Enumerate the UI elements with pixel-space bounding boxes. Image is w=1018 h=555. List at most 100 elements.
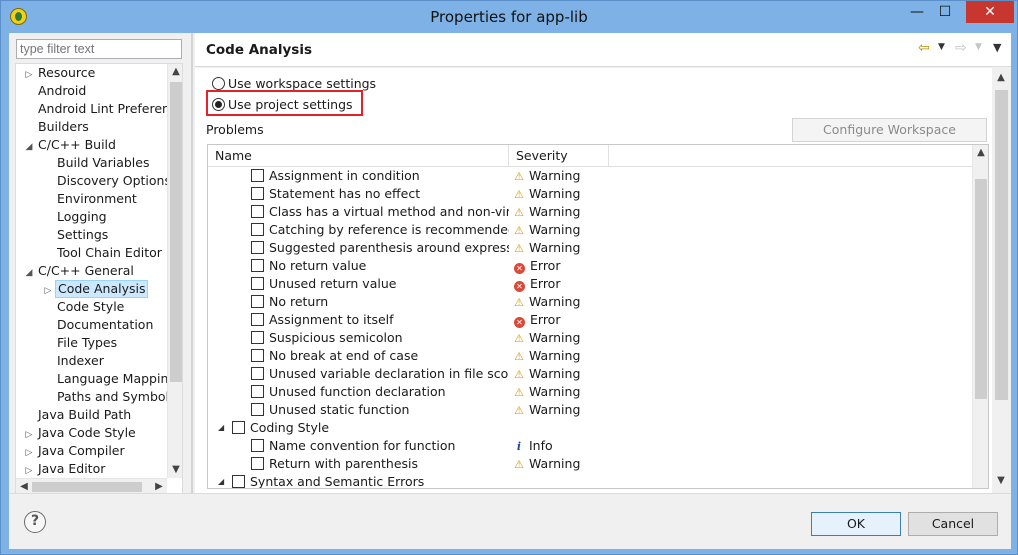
severity-cell[interactable]: ✕ Error <box>513 311 663 329</box>
help-icon[interactable]: ? <box>24 511 46 533</box>
problem-row[interactable]: Unused variable declaration in file scop… <box>208 365 972 383</box>
table-vertical-thumb[interactable] <box>975 179 987 399</box>
tree-horizontal-thumb[interactable] <box>32 482 142 492</box>
problem-row[interactable]: Class has a virtual method and non-virtu… <box>208 203 972 221</box>
tree-item[interactable]: Documentation <box>41 316 155 334</box>
page-vertical-scrollbar[interactable]: ▲ ▼ <box>992 68 1011 493</box>
problem-row[interactable]: Unused static function ⚠ Warning <box>208 401 972 419</box>
page-scroll-down-icon[interactable]: ▼ <box>993 473 1009 489</box>
tree-item[interactable]: ▷ Java Code Style <box>22 424 138 442</box>
forward-dropdown-icon[interactable]: ▼ <box>975 42 982 52</box>
tree-item[interactable]: Tool Chain Editor <box>41 244 164 262</box>
collapse-arrow-icon[interactable]: ◢ <box>22 264 36 282</box>
problem-checkbox[interactable] <box>251 277 264 290</box>
minimize-button[interactable]: — <box>903 1 931 23</box>
problem-row[interactable]: Name convention for function i Info <box>208 437 972 455</box>
severity-cell[interactable]: ✕ Error <box>513 275 663 293</box>
problem-row[interactable]: Assignment to itself ✕ Error <box>208 311 972 329</box>
problem-checkbox[interactable] <box>251 313 264 326</box>
problem-checkbox[interactable] <box>251 259 264 272</box>
page-scroll-up-icon[interactable]: ▲ <box>993 70 1009 86</box>
severity-cell[interactable]: i Info <box>513 437 663 456</box>
problem-row[interactable]: Suggested parenthesis around expression ⚠… <box>208 239 972 257</box>
configure-workspace-settings-button[interactable]: Configure Workspace Settings... <box>792 118 987 159</box>
problem-row[interactable]: Unused function declaration ⚠ Warning <box>208 383 972 401</box>
problem-checkbox[interactable] <box>251 295 264 308</box>
tree-item[interactable]: ◢ C/C++ General <box>22 262 136 280</box>
ok-button[interactable]: OK <box>811 512 901 536</box>
title-bar[interactable]: Properties for app-lib — ☐ ✕ <box>1 1 1017 33</box>
problem-row[interactable]: Unused return value ✕ Error <box>208 275 972 293</box>
tree-item[interactable]: Build Variables <box>41 154 151 172</box>
page-vertical-thumb[interactable] <box>995 90 1008 400</box>
problem-checkbox[interactable] <box>251 241 264 254</box>
tree-item[interactable]: File Types <box>41 334 119 352</box>
back-dropdown-icon[interactable]: ▼ <box>938 42 945 52</box>
problem-checkbox[interactable] <box>251 403 264 416</box>
problem-row[interactable]: Suspicious semicolon ⚠ Warning <box>208 329 972 347</box>
problem-checkbox[interactable] <box>251 331 264 344</box>
tree-item[interactable]: ▷ Code Analysis <box>41 280 149 298</box>
problem-checkbox[interactable] <box>232 475 245 488</box>
problem-category-row[interactable]: ◢ Syntax and Semantic Errors <box>208 473 972 488</box>
problem-checkbox[interactable] <box>251 367 264 380</box>
tree-item[interactable]: Paths and Symbol <box>41 388 171 406</box>
problem-row[interactable]: Assignment in condition ⚠ Warning <box>208 167 972 185</box>
scroll-down-icon[interactable]: ▼ <box>168 462 182 478</box>
tree-vertical-thumb[interactable] <box>170 82 182 382</box>
problem-row[interactable]: No break at end of case ⚠ Warning <box>208 347 972 365</box>
problem-checkbox[interactable] <box>251 349 264 362</box>
collapse-arrow-icon[interactable]: ◢ <box>22 138 36 156</box>
tree-item[interactable]: Indexer <box>41 352 106 370</box>
tree-item[interactable]: Code Style <box>41 298 126 316</box>
tree-item[interactable]: Builders <box>22 118 91 136</box>
column-header-severity[interactable]: Severity <box>509 145 609 167</box>
problem-row[interactable]: Catching by reference is recommended ⚠ War… <box>208 221 972 239</box>
table-vertical-scrollbar[interactable]: ▲ <box>972 145 988 488</box>
tree-horizontal-scrollbar[interactable]: ◀ ▶ <box>16 478 167 494</box>
problem-checkbox[interactable] <box>251 169 264 182</box>
tree-item[interactable]: Discovery Options <box>41 172 173 190</box>
problem-row[interactable]: No return ⚠ Warning <box>208 293 972 311</box>
cancel-button[interactable]: Cancel <box>908 512 998 536</box>
tree-item[interactable]: ▷ Java Compiler <box>22 442 127 460</box>
severity-cell[interactable]: ⚠ Warning <box>513 203 663 222</box>
collapse-arrow-icon[interactable]: ◢ <box>218 473 224 488</box>
tree-item[interactable]: Environment <box>41 190 139 208</box>
collapse-arrow-icon[interactable]: ◢ <box>218 419 224 437</box>
problem-checkbox[interactable] <box>251 187 264 200</box>
close-button[interactable]: ✕ <box>966 1 1014 23</box>
problem-category-row[interactable]: ◢ Coding Style <box>208 419 972 437</box>
severity-cell[interactable]: ⚠ Warning <box>513 167 663 186</box>
problem-checkbox[interactable] <box>251 457 264 470</box>
tree-item[interactable]: Android Lint Preferen <box>22 100 172 118</box>
severity-cell[interactable]: ⚠ Warning <box>513 293 663 312</box>
problem-checkbox[interactable] <box>251 439 264 452</box>
tree-item[interactable]: ▷ Resource <box>22 64 97 82</box>
column-header-name[interactable]: Name <box>208 145 509 167</box>
pane-splitter[interactable] <box>191 33 193 493</box>
filter-input[interactable] <box>16 39 182 59</box>
tree-item[interactable]: ◢ C/C++ Build <box>22 136 118 154</box>
tree-item[interactable]: ▷ Java Editor <box>22 460 107 478</box>
view-menu-icon[interactable]: ▼ <box>993 41 1001 54</box>
forward-arrow-icon[interactable]: ⇨ <box>955 40 967 56</box>
problem-row[interactable]: Return with parenthesis ⚠ Warning <box>208 455 972 473</box>
severity-cell[interactable]: ✕ Error <box>513 257 663 275</box>
tree-item[interactable]: Logging <box>41 208 109 226</box>
tree-item[interactable]: Android <box>22 82 88 100</box>
problem-checkbox[interactable] <box>232 421 245 434</box>
problem-row[interactable]: No return value ✕ Error <box>208 257 972 275</box>
scroll-up-icon[interactable]: ▲ <box>168 64 182 80</box>
severity-cell[interactable]: ⚠ Warning <box>513 185 663 204</box>
problem-checkbox[interactable] <box>251 385 264 398</box>
problem-row[interactable]: Statement has no effect ⚠ Warning <box>208 185 972 203</box>
back-arrow-icon[interactable]: ⇦ <box>918 40 930 56</box>
severity-cell[interactable]: ⚠ Warning <box>513 239 663 258</box>
table-scroll-up-icon[interactable]: ▲ <box>973 145 988 161</box>
maximize-button[interactable]: ☐ <box>931 1 959 23</box>
severity-cell[interactable]: ⚠ Warning <box>513 365 663 384</box>
tree-item[interactable]: Java Build Path <box>22 406 133 424</box>
tree-item[interactable]: Settings <box>41 226 110 244</box>
severity-cell[interactable]: ⚠ Warning <box>513 401 663 420</box>
